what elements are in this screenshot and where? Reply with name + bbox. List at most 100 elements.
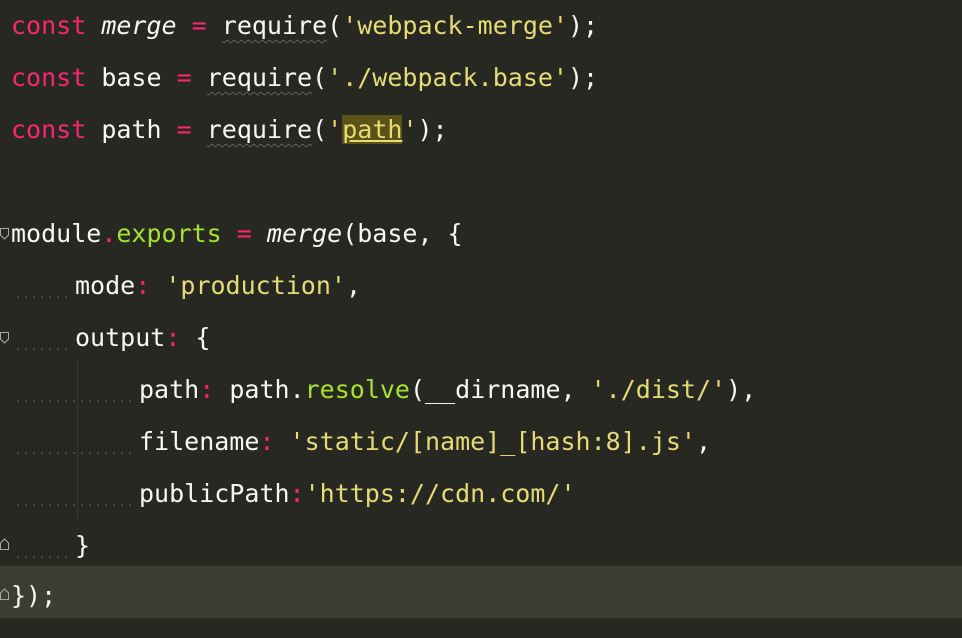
identifier-dirname: __dirname [425, 375, 561, 404]
code-line-10[interactable]: publicPath:'https://cdn.com/' [0, 468, 962, 520]
code-line-5-text: module.exports = merge(base, { [11, 208, 463, 260]
code-line-12-text: }); [11, 570, 56, 622]
operator-assign: = [176, 115, 192, 144]
string-literal: 'static/[name]_[hash:8].js' [289, 427, 696, 456]
code-line-6-text: mode: 'production', [75, 260, 361, 312]
code-line-3-text: const path = require('path'); [11, 104, 448, 156]
identifier-path: path [101, 115, 162, 144]
comma: , [345, 271, 362, 300]
identifier-module: module [11, 219, 102, 248]
string-literal: 'production' [165, 271, 346, 300]
comma: , [560, 375, 591, 404]
call-resolve: resolve [304, 375, 410, 404]
identifier-path: path [229, 375, 290, 404]
fold-open-icon[interactable] [0, 228, 9, 240]
paren-close: ); [417, 115, 448, 144]
selection-match-highlight: path [342, 115, 403, 144]
fold-open-icon[interactable] [0, 332, 9, 344]
fold-close-icon[interactable] [0, 588, 9, 600]
code-line-11[interactable]: } [0, 520, 962, 572]
string-literal: 'webpack-merge' [342, 11, 568, 40]
keyword-const: const [11, 115, 87, 144]
code-line-4-empty[interactable] [0, 156, 962, 208]
code-line-2[interactable]: const base = require('./webpack.base'); [0, 52, 962, 104]
code-line-5[interactable]: module.exports = merge(base, { [0, 208, 962, 260]
call-args: (base, { [342, 219, 463, 248]
operator-assign: = [191, 11, 207, 40]
paren-open: ( [409, 375, 426, 404]
identifier-base: base [101, 63, 162, 92]
property-mode: mode [75, 271, 136, 300]
code-line-12-current[interactable]: }); [0, 566, 962, 618]
operator-assign: = [176, 63, 192, 92]
string-quote-close: ' [402, 115, 418, 144]
string-literal: './dist/' [590, 375, 727, 404]
indent-whitespace-dots [14, 452, 136, 454]
code-line-11-text: } [75, 520, 90, 572]
colon: : [165, 323, 181, 352]
call-require: require [206, 115, 313, 144]
colon: : [259, 427, 275, 456]
property-exports: exports [116, 219, 222, 248]
indent-whitespace-dots [14, 296, 72, 298]
paren-close: ); [567, 63, 599, 92]
brace-close: } [75, 531, 91, 560]
string-quote-open: ' [327, 115, 343, 144]
keyword-const: const [11, 11, 87, 40]
string-literal: 'https://cdn.com/' [304, 479, 576, 508]
paren-open: ( [312, 115, 328, 144]
code-line-8-text: path: path.resolve(__dirname, './dist/')… [139, 364, 756, 416]
property-publicpath: publicPath [139, 479, 290, 508]
code-line-8[interactable]: path: path.resolve(__dirname, './dist/')… [0, 364, 962, 416]
code-line-9-text: filename: 'static/[name]_[hash:8].js', [139, 416, 711, 468]
code-line-3[interactable]: const path = require('path'); [0, 104, 962, 156]
comma: , [695, 427, 711, 456]
paren-close: ), [726, 375, 757, 404]
indent-guide [77, 362, 78, 520]
paren-open: ( [312, 63, 328, 92]
call-require: require [206, 63, 313, 92]
code-line-1[interactable]: const merge = require('webpack-merge'); [0, 0, 962, 52]
paren-close: ); [567, 11, 599, 40]
property-path: path [139, 375, 200, 404]
code-editor[interactable]: const merge = require('webpack-merge'); … [0, 0, 962, 638]
property-filename: filename [139, 427, 260, 456]
indent-whitespace-dots [14, 556, 72, 558]
code-line-2-text: const base = require('./webpack.base'); [11, 52, 598, 104]
call-require: require [221, 11, 328, 40]
closing-tokens: }); [11, 581, 57, 610]
brace-open: { [180, 323, 211, 352]
string-literal: './webpack.base' [327, 63, 568, 92]
colon: : [289, 479, 305, 508]
code-line-9[interactable]: filename: 'static/[name]_[hash:8].js', [0, 416, 962, 468]
code-line-7[interactable]: output: { [0, 312, 962, 364]
colon: : [135, 271, 151, 300]
property-output: output [75, 323, 166, 352]
indent-whitespace-dots [14, 348, 72, 350]
call-merge: merge [266, 219, 343, 248]
member-dot: . [101, 219, 117, 248]
fold-close-icon[interactable] [0, 538, 9, 550]
keyword-const: const [11, 63, 87, 92]
code-line-1-text: const merge = require('webpack-merge'); [11, 0, 598, 52]
indent-whitespace-dots [14, 400, 136, 402]
paren-open: ( [327, 11, 343, 40]
code-line-7-text: output: { [75, 312, 210, 364]
indent-whitespace-dots [14, 504, 136, 506]
operator-assign: = [236, 219, 252, 248]
code-line-10-text: publicPath:'https://cdn.com/' [139, 468, 576, 520]
code-line-6[interactable]: mode: 'production', [0, 260, 962, 312]
